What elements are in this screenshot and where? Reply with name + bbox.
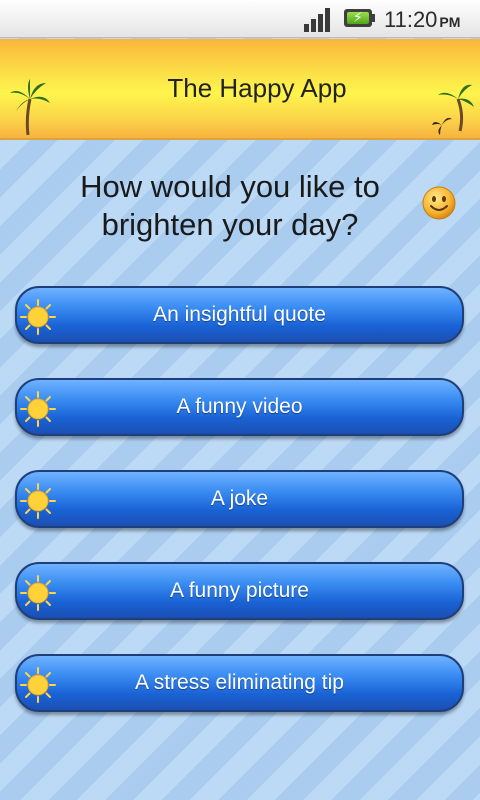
option-joke-button[interactable]: A joke — [15, 470, 464, 528]
signal-icon — [304, 6, 336, 32]
option-label: A funny video — [176, 395, 303, 418]
option-insightful-quote-button[interactable]: An insightful quote — [15, 286, 464, 344]
battery-charging-icon: ⚡ — [344, 7, 376, 29]
clock-ampm: PM — [439, 14, 461, 30]
option-label: A joke — [210, 487, 269, 510]
question-line-2: brighten your day? — [101, 207, 359, 242]
clock-time: 11:20 — [384, 7, 438, 32]
palm-tree-icon — [432, 84, 474, 135]
option-label: A funny picture — [170, 579, 309, 602]
status-bar: ⚡ 11:20 PM — [0, 0, 480, 38]
option-funny-picture-button[interactable]: A funny picture — [15, 562, 464, 620]
title-banner: The Happy App — [0, 39, 480, 140]
option-stress-tip-button[interactable]: A stress eliminating tip — [15, 654, 464, 712]
question-line-1: How would you like to — [80, 169, 380, 204]
status-clock: 11:20 PM — [384, 6, 460, 34]
option-label: A stress eliminating tip — [135, 671, 344, 694]
smiley-icon — [422, 186, 456, 220]
question-heading: How would you like to brighten your day? — [30, 168, 430, 244]
app-title: The Happy App — [167, 73, 347, 103]
option-funny-video-button[interactable]: A funny video — [15, 378, 464, 436]
option-label: An insightful quote — [153, 303, 326, 326]
